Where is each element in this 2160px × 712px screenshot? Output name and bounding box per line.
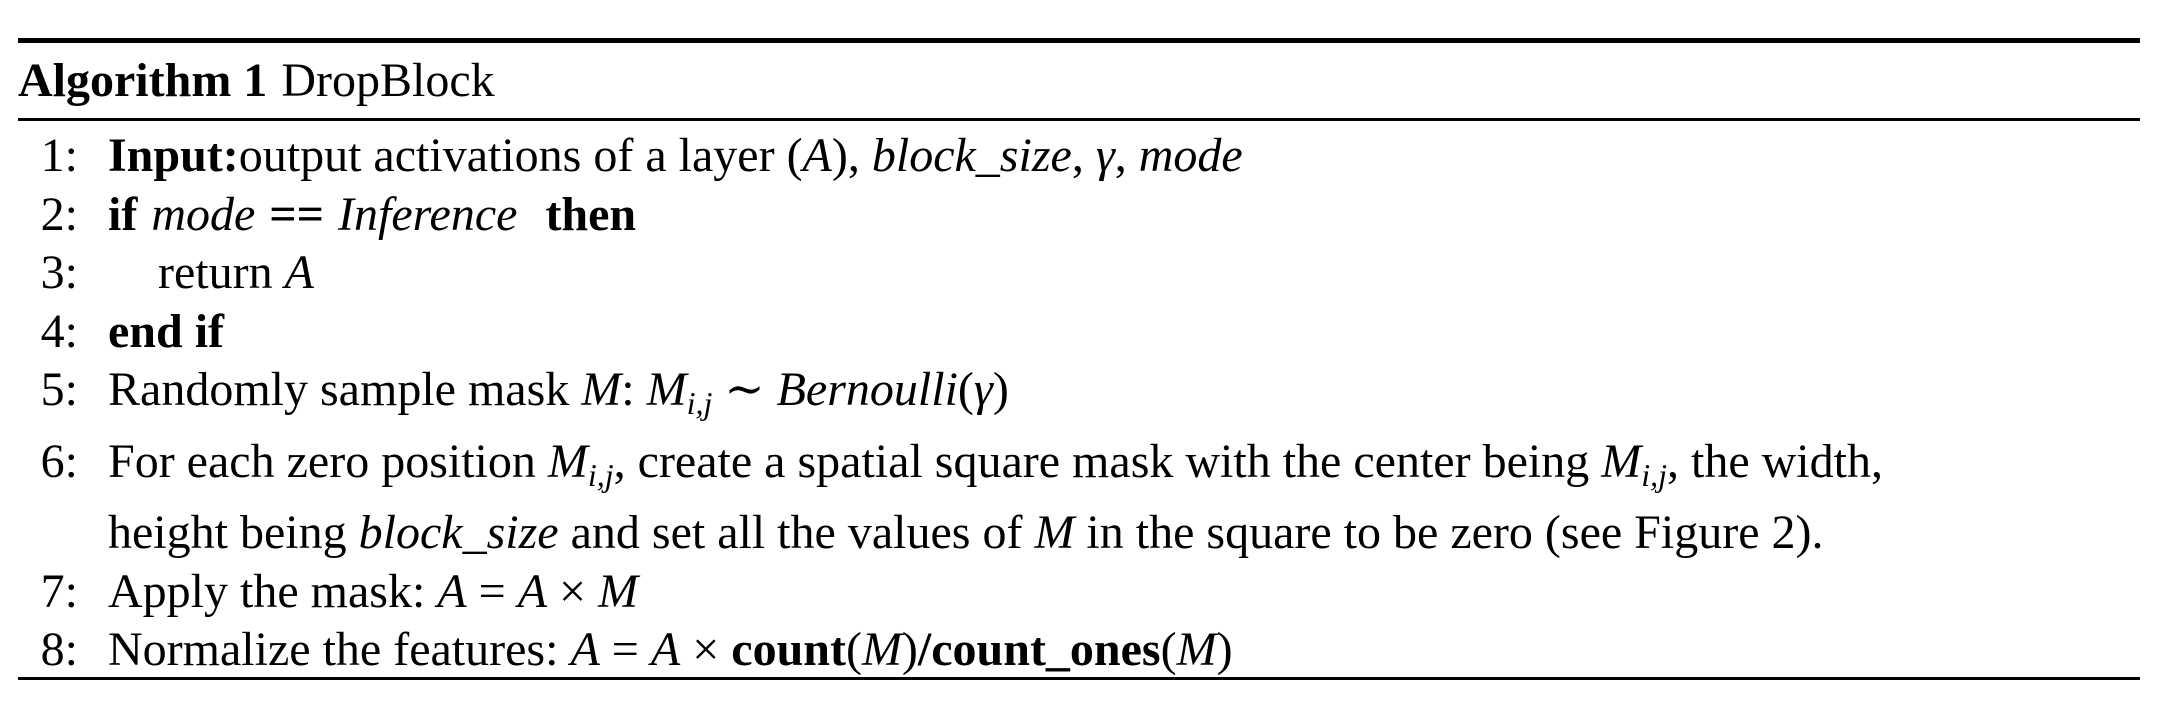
algorithm-line-2: 2: if mode == Inference then [18,186,2140,245]
line-number: 2: [40,187,78,241]
line-number: 4: [40,304,78,358]
algorithm-line-4: 4: end if [18,303,2140,362]
subscript-ij: i,j [1641,456,1667,493]
algorithm-lines: 1: Input:output activations of a layer (… [18,121,2140,680]
line-number: 8: [40,623,78,676]
algorithm-line-6: 6: For each zero position Mi,j, create a… [18,433,2140,505]
bottom-rule [18,677,2140,680]
var-m: M [1601,434,1642,488]
algorithm-line-6-continued: height being block_size and set all the … [18,504,2140,563]
function-count-ones: count_ones [931,623,1161,676]
operator-equals: == [269,187,324,241]
line-body: Input:output activations of a layer (A),… [108,129,1243,182]
subscript-ij: i,j [587,456,614,493]
distribution-bernoulli: Bernoulli [776,363,958,416]
param-gamma: γ [973,363,993,416]
keyword-if: if [108,187,138,241]
algorithm-line-8: 8: Normalize the features: A = A × count… [18,621,2140,680]
algorithm-box: Algorithm 1 DropBlock 1: Input:output act… [18,38,2140,680]
algorithm-label: Algorithm 1 [18,54,268,107]
line-number: 6: [40,434,78,488]
line-number: 5: [40,363,78,416]
value-inference: Inference [338,187,518,241]
var-m: M [547,434,588,488]
param-block-size: block_size [871,129,1072,182]
var-m: M [598,564,639,618]
var-m: M [646,363,687,416]
var-a: A [517,564,548,618]
line-number: 1: [40,129,78,182]
algorithm-caption: Algorithm 1 DropBlock [18,43,2140,118]
param-mode: mode [1138,129,1243,182]
line-body: if mode == Inference then [78,186,636,245]
var-m: M [861,623,902,676]
line-body: end if [78,303,224,362]
subscript-ij: i,j [686,385,713,421]
keyword-input: Input: [108,129,239,182]
var-a: A [802,129,832,182]
line-number: 3: [40,246,78,299]
param-gamma: γ [1095,129,1115,182]
algorithm-title: DropBlock [281,54,495,107]
line-body: Randomly sample mask M: Mi,j ∼ Bernoulli… [108,363,1009,421]
var-a: A [437,564,467,618]
var-a: A [284,246,314,299]
var-a: A [650,623,681,676]
var-a: A [570,623,600,676]
var-m: M [1176,623,1217,676]
algorithm-line-3: 3: return A [18,244,2140,303]
keyword-then: then [545,187,637,241]
algorithm-line-5: 5: Randomly sample mask M: Mi,j ∼ Bernou… [18,361,2140,433]
var-m: M [1034,506,1075,559]
line-body: height being block_size and set all the … [108,506,1824,559]
keyword-end-if: end if [108,304,225,358]
operator-divide: / [917,623,932,676]
param-block-size: block_size [358,506,559,559]
line-body: Apply the mask: A = A × M [108,564,639,618]
var-mode: mode [151,187,256,241]
line-number: 7: [40,564,78,618]
line-body: return A [158,246,314,299]
algorithm-line-7: 7: Apply the mask: A = A × M [18,563,2140,622]
algorithm-line-1: 1: Input:output activations of a layer (… [18,127,2140,186]
var-m: M [581,363,622,416]
line-body: For each zero position Mi,j, create a sp… [108,434,1883,493]
line-body: Normalize the features: A = A × count(M)… [108,623,1233,676]
function-count: count [731,623,846,676]
